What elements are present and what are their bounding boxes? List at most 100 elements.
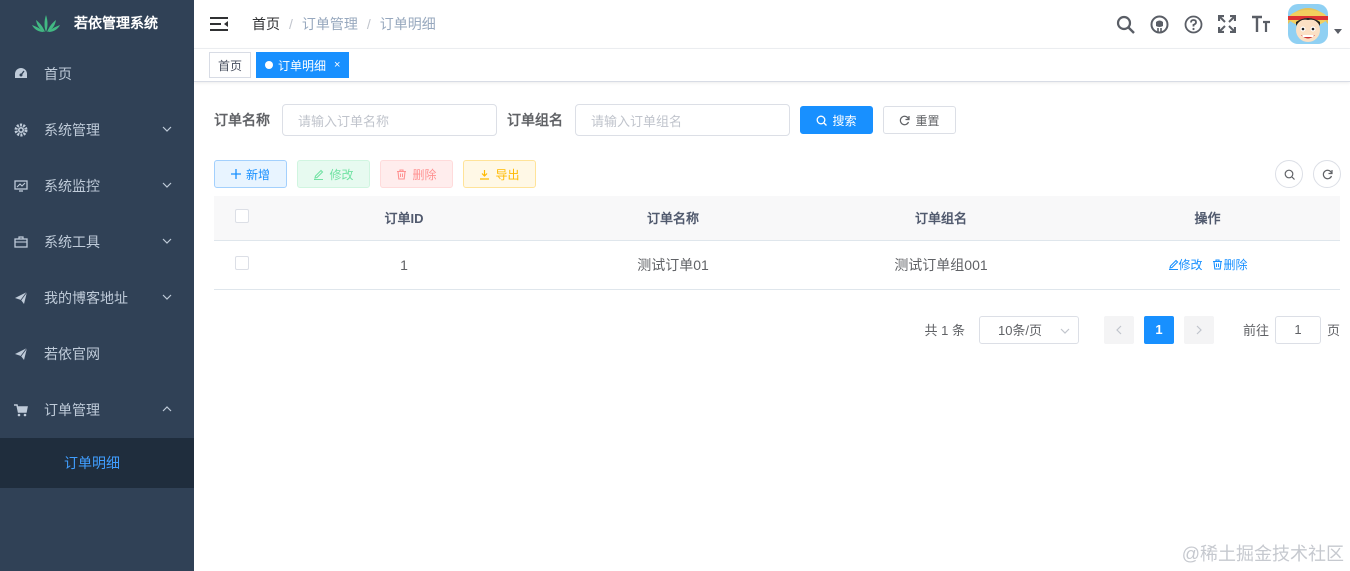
tag-label: 首页 (218, 58, 243, 73)
search-button-label: 搜索 (832, 113, 857, 128)
select-all-checkbox[interactable] (234, 209, 249, 224)
question-icon[interactable] (1183, 14, 1203, 34)
sidebar-item-home[interactable]: 首页 (0, 46, 194, 102)
breadcrumb-order-detail: 订单明细 (379, 16, 436, 32)
tag-order-detail[interactable]: 订单明细 × (256, 52, 350, 78)
header-order-group: 订单组名 (807, 196, 1075, 241)
order-name-label: 订单名称 (214, 112, 270, 128)
search-form: 订单名称 请输入订单名称 订单组名 请输入订单组名 搜索 重置 (214, 104, 1330, 136)
sidebar-item-system[interactable]: 系统管理 (0, 102, 194, 158)
paper-plane-icon (14, 291, 28, 305)
toolbox-icon (14, 235, 28, 249)
active-dot-icon (265, 61, 274, 69)
avatar[interactable] (1288, 4, 1328, 44)
fullscreen-icon[interactable] (1217, 14, 1237, 34)
caret-down-icon[interactable] (1334, 27, 1342, 35)
chevron-down-icon (162, 126, 172, 132)
download-icon (480, 169, 490, 180)
header-actions: 操作 (1075, 196, 1340, 241)
sidebar-item-official-site[interactable]: 若依官网 (0, 326, 194, 382)
chevron-down-icon (162, 182, 172, 188)
close-icon[interactable]: × (334, 59, 340, 71)
refresh-icon (1322, 169, 1333, 179)
trash-icon (1213, 259, 1223, 270)
breadcrumb-separator: / (366, 16, 371, 32)
search-button[interactable]: 搜索 (800, 106, 873, 134)
sidebar-item-label: 系统管理 (44, 122, 100, 138)
cell-order-name: 测试订单01 (539, 240, 807, 290)
goto-label: 前往 (1242, 323, 1269, 338)
table-header-row: 订单ID 订单名称 订单组名 操作 (214, 196, 1340, 241)
pagination: 共 1 条 10条/页 1 前往 1 页 (214, 315, 1340, 344)
row-checkbox[interactable] (234, 256, 249, 270)
row-delete-link[interactable]: 删除 (1212, 256, 1247, 273)
export-button[interactable]: 导出 (463, 160, 536, 188)
cell-order-group: 测试订单组001 (807, 240, 1075, 290)
page-size-value: 10条/页 (997, 323, 1043, 338)
breadcrumb: 首页 / 订单管理 / 订单明细 (252, 14, 436, 34)
next-page-button[interactable] (1183, 315, 1214, 344)
search-icon[interactable] (1115, 14, 1135, 34)
trash-icon (397, 168, 407, 180)
order-group-label: 订单组名 (507, 112, 563, 128)
cart-icon (14, 403, 28, 417)
sidebar-item-label: 系统监控 (44, 178, 100, 194)
sidebar-item-label: 系统工具 (44, 234, 100, 250)
tag-home[interactable]: 首页 (209, 52, 252, 78)
navbar: 首页 / 订单管理 / 订单明细 (194, 0, 1350, 49)
chevron-left-icon (1116, 325, 1122, 334)
sidebar-item-orders[interactable]: 订单管理 (0, 382, 194, 438)
export-button-label: 导出 (495, 167, 520, 182)
sidebar-item-blog[interactable]: 我的博客地址 (0, 270, 194, 326)
refresh-button[interactable] (1313, 160, 1341, 188)
chevron-down-icon (162, 238, 172, 244)
sidebar-subitem-order-detail[interactable]: 订单明细 (0, 438, 194, 488)
toolbar: 新增 修改 删除 导出 (214, 160, 1341, 188)
edit-button[interactable]: 修改 (297, 160, 370, 188)
search-icon (817, 115, 828, 126)
row-delete-label: 删除 (1223, 258, 1248, 272)
order-table: 订单ID 订单名称 订单组名 操作 1 测试订单01 测试订单组001 修改 删… (214, 196, 1340, 290)
sidebar: 若依管理系统 首页 系统管理 系统监控 系统工具 我的博客地址 若依官网 订单管… (0, 0, 194, 571)
font-size-icon[interactable] (1251, 14, 1271, 34)
reset-button[interactable]: 重置 (883, 106, 956, 134)
page-size-select[interactable]: 10条/页 (978, 315, 1079, 344)
page-jumper: 前往 1 页 (1242, 315, 1340, 344)
page-number[interactable]: 1 (1143, 315, 1174, 344)
prev-page-button[interactable] (1103, 315, 1134, 344)
logo[interactable]: 若依管理系统 (0, 0, 194, 46)
edit-icon (1168, 259, 1178, 270)
tags-view: 首页 订单明细 × (194, 49, 1350, 82)
add-button-label: 新增 (245, 167, 270, 182)
toggle-search-button[interactable] (1275, 160, 1303, 188)
header-order-id: 订单ID (269, 196, 539, 241)
github-icon[interactable] (1149, 14, 1169, 34)
sidebar-item-tools[interactable]: 系统工具 (0, 214, 194, 270)
page-suffix: 页 (1326, 323, 1340, 338)
sidebar-item-monitor[interactable]: 系统监控 (0, 158, 194, 214)
hamburger-icon[interactable] (210, 16, 228, 32)
row-edit-link[interactable]: 修改 (1168, 256, 1203, 273)
delete-button-label: 删除 (412, 167, 437, 182)
table-row: 1 测试订单01 测试订单组001 修改 删除 (214, 240, 1340, 290)
order-name-input[interactable]: 请输入订单名称 (282, 104, 497, 136)
cell-actions: 修改 删除 (1075, 240, 1340, 290)
dashboard-icon (14, 67, 28, 81)
plus-icon (230, 169, 241, 179)
sidebar-item-label: 若依官网 (44, 346, 100, 362)
order-group-input[interactable]: 请输入订单组名 (575, 104, 790, 136)
delete-button[interactable]: 删除 (380, 160, 453, 188)
chevron-down-icon (162, 294, 172, 300)
chevron-right-icon (1196, 325, 1202, 334)
header-order-name: 订单名称 (539, 196, 807, 241)
logo-icon (32, 15, 60, 32)
goto-page-input[interactable]: 1 (1274, 315, 1321, 344)
add-button[interactable]: 新增 (214, 160, 287, 188)
table-tools (1265, 160, 1341, 188)
breadcrumb-home[interactable]: 首页 (252, 14, 280, 34)
search-icon (1284, 169, 1295, 180)
cell-order-id: 1 (269, 240, 539, 290)
sidebar-item-label: 我的博客地址 (44, 290, 128, 306)
edit-icon (314, 169, 324, 180)
navbar-right (1108, 0, 1350, 48)
